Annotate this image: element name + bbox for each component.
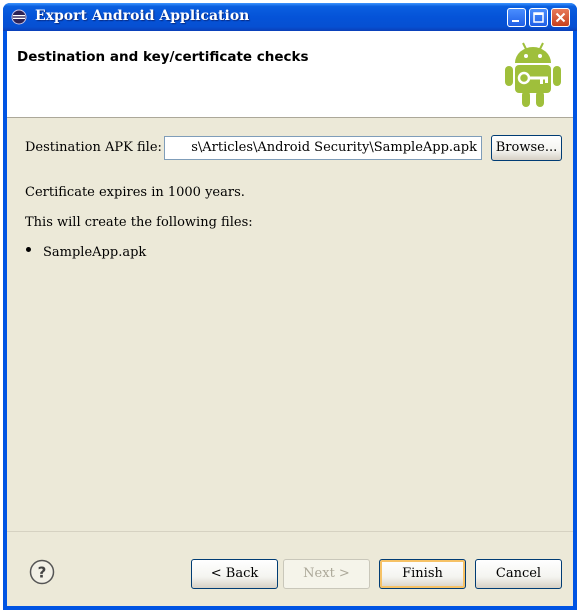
next-button[interactable]: Next > [283,559,370,589]
svg-text:?: ? [38,564,47,582]
footer-separator [7,531,573,532]
list-bullet [26,247,31,252]
maximize-icon [533,12,544,23]
wizard-banner: Destination and key/certificate checks [7,31,573,118]
eclipse-icon [11,9,27,25]
close-icon [555,12,566,23]
dialog-client-area: Destination and key/certificate checks D… [7,31,573,606]
file-list-item: SampleApp.apk [43,245,147,260]
page-title: Destination and key/certificate checks [17,49,309,65]
destination-apk-label: Destination APK file: [25,140,162,155]
files-intro-text: This will create the following files: [25,215,253,230]
window-title: Export Android Application [35,8,250,24]
destination-apk-input[interactable]: s\Articles\Android Security\SampleApp.ap… [164,136,482,160]
export-dialog-window: Export Android Application Destination a… [3,3,577,610]
minimize-button[interactable] [507,8,526,27]
help-icon[interactable]: ? [29,559,55,585]
close-button[interactable] [551,8,570,27]
back-button[interactable]: < Back [191,559,278,589]
certificate-expiry-text: Certificate expires in 1000 years. [25,185,245,200]
browse-button[interactable]: Browse... [491,135,562,161]
title-bar[interactable]: Export Android Application [3,3,577,31]
minimize-icon [512,20,519,22]
finish-button[interactable]: Finish [379,559,466,589]
android-robot-icon [505,42,561,107]
cancel-button[interactable]: Cancel [475,559,562,589]
maximize-button[interactable] [529,8,548,27]
